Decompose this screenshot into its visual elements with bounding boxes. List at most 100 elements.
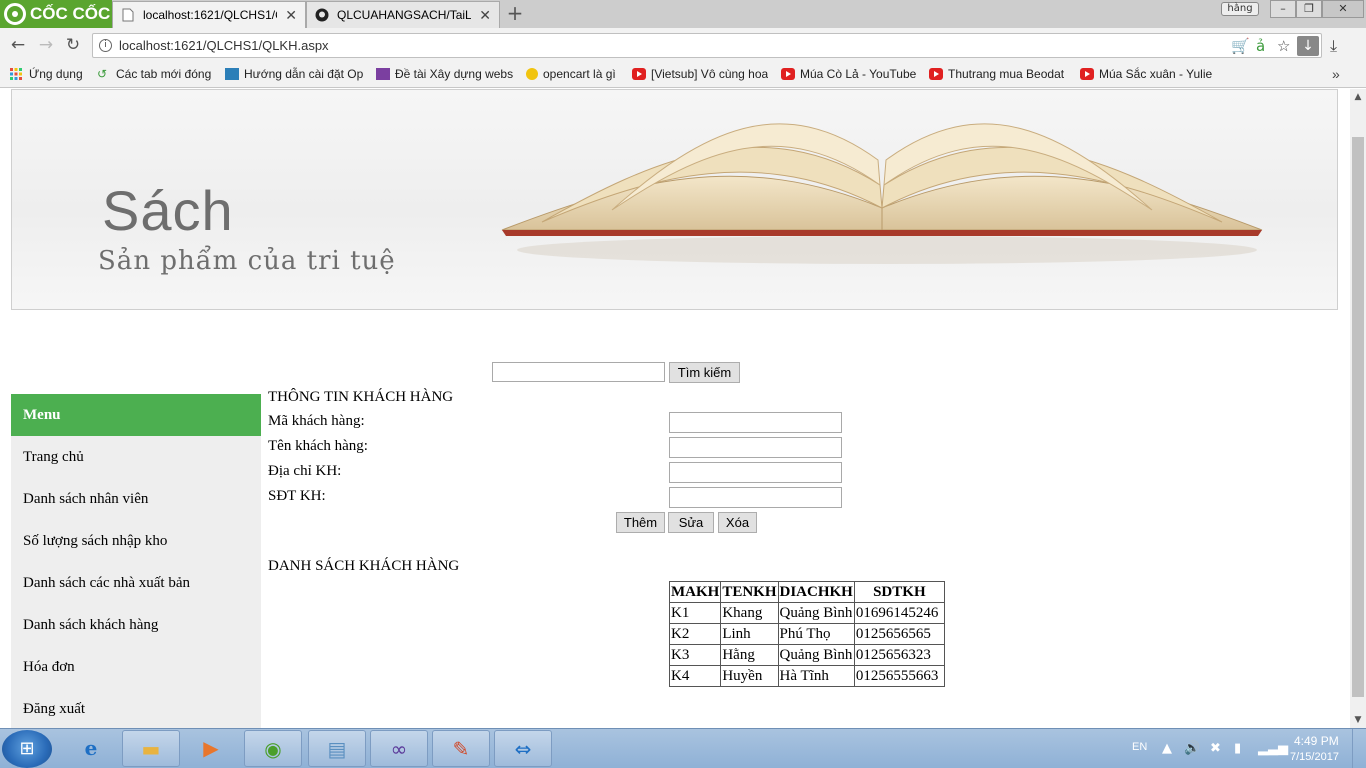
- url-text[interactable]: localhost:1621/QLCHS1/QLKH.aspx: [119, 38, 329, 53]
- customer-form-title: THÔNG TIN KHÁCH HÀNG: [268, 389, 454, 405]
- tab-title: QLCUAHANGSACH/TaiLie: [337, 8, 472, 22]
- table-cell: Huyền: [720, 665, 779, 687]
- address-bar[interactable]: i localhost:1621/QLCHS1/QLKH.aspx 🛒 ả ☆ …: [92, 33, 1322, 58]
- visual-studio-icon[interactable]: ∞: [370, 730, 428, 767]
- search-input[interactable]: [492, 362, 665, 382]
- vietnamese-input-icon[interactable]: ả: [1256, 37, 1265, 55]
- customer-id-field[interactable]: [669, 412, 842, 433]
- file-explorer-icon[interactable]: ▬: [122, 730, 180, 767]
- table-header-row: MAKH TENKH DIACHKH SDTKH: [668, 581, 945, 603]
- menu-item-home[interactable]: Trang chủ: [11, 436, 261, 478]
- customer-list-title: DANH SÁCH KHÁCH HÀNG: [268, 558, 460, 574]
- coccoc-menu-button[interactable]: CỐC CỐC: [0, 0, 112, 28]
- table-cell: Khang: [720, 602, 779, 624]
- menu-item-invoices[interactable]: Hóa đơn: [11, 646, 261, 688]
- bookmark-recent-tabs[interactable]: ↺ Các tab mới đóng: [97, 67, 217, 81]
- internet-explorer-icon[interactable]: e: [62, 730, 120, 767]
- delete-button[interactable]: Xóa: [718, 512, 757, 533]
- table-cell: 0125656323: [853, 644, 945, 666]
- bookmark-opencart[interactable]: opencart là gì: [526, 67, 626, 81]
- youtube-icon: [781, 68, 795, 80]
- vertical-scrollbar[interactable]: ▲ ▼: [1350, 89, 1366, 728]
- save-download-icon[interactable]: ↓: [1297, 36, 1319, 56]
- more-bookmarks-icon[interactable]: »: [1332, 66, 1340, 82]
- language-indicator[interactable]: EN: [1132, 741, 1147, 753]
- reload-icon[interactable]: ↻: [63, 35, 83, 55]
- show-hidden-icons-icon[interactable]: ▲: [1162, 741, 1172, 756]
- banner-subtitle: Sản phẩm của tri tuệ: [98, 246, 396, 276]
- power-icon[interactable]: ▮: [1234, 741, 1241, 756]
- menu-item-customers[interactable]: Danh sách khách hàng: [11, 604, 261, 646]
- signal-icon[interactable]: ▂▃▅: [1258, 741, 1288, 756]
- clock-date[interactable]: 7/15/2017: [1290, 751, 1339, 763]
- customer-phone-field[interactable]: [669, 487, 842, 508]
- search-button[interactable]: Tìm kiếm: [669, 362, 740, 383]
- start-button[interactable]: ⊞: [2, 730, 52, 768]
- info-icon[interactable]: i: [99, 39, 112, 52]
- bookmark-opencart-guide[interactable]: Hướng dẫn cài đặt Op: [225, 67, 365, 81]
- coccoc-browser-icon[interactable]: ◉: [244, 730, 302, 767]
- media-player-icon[interactable]: ▶: [182, 730, 240, 767]
- table-cell: 0125656565: [853, 623, 945, 645]
- table-cell: Hà Tĩnh: [777, 665, 855, 687]
- taskbar: ⊞ e ▬ ▶ ◉ ▤ ∞ ✎ ⇔ EN ▲ 🔊 ✖ ▮ ▂▃▅ 4:49 PM…: [0, 728, 1366, 768]
- customer-name-field[interactable]: [669, 437, 842, 458]
- menu-item-logout[interactable]: Đăng xuất: [11, 688, 261, 728]
- minimize-button[interactable]: –: [1270, 0, 1296, 18]
- table-cell: Hằng: [720, 644, 779, 666]
- coccoc-logo-icon: [4, 3, 26, 25]
- teamviewer-icon[interactable]: ⇔: [494, 730, 552, 767]
- tab-title: localhost:1621/QLCHS1/Q: [143, 8, 278, 22]
- restore-button[interactable]: ❐: [1296, 0, 1322, 18]
- customer-id-label: Mã khách hàng:: [268, 413, 365, 429]
- scroll-up-icon[interactable]: ▲: [1350, 89, 1366, 105]
- scroll-down-icon[interactable]: ▼: [1350, 712, 1366, 728]
- notepad-icon[interactable]: ▤: [308, 730, 366, 767]
- menu-header: Menu: [11, 394, 261, 436]
- bookmark-apps[interactable]: Ứng dụng: [10, 67, 88, 81]
- shopping-cart-icon[interactable]: 🛒: [1231, 37, 1250, 55]
- menu-item-employees[interactable]: Danh sách nhân viên: [11, 478, 261, 520]
- column-header: MAKH: [668, 581, 722, 603]
- customer-phone-label: SĐT KH:: [268, 488, 326, 504]
- table-row: K3 Hằng Quảng Bình 0125656323: [668, 644, 945, 666]
- close-icon[interactable]: ✕: [285, 7, 297, 24]
- volume-icon[interactable]: 🔊: [1184, 741, 1200, 756]
- scrollbar-thumb[interactable]: [1352, 137, 1364, 697]
- add-button[interactable]: Thêm: [616, 512, 665, 533]
- profile-badge[interactable]: hằng: [1221, 2, 1259, 16]
- tab-qlkh[interactable]: localhost:1621/QLCHS1/Q ✕: [112, 1, 306, 28]
- show-desktop-button[interactable]: [1352, 729, 1366, 768]
- menu-item-stock[interactable]: Số lượng sách nhập kho: [11, 520, 261, 562]
- table-cell: Linh: [720, 623, 779, 645]
- bookmark-web-project[interactable]: Đề tài Xây dựng webs: [376, 67, 514, 81]
- table-cell: K4: [668, 665, 722, 687]
- new-tab-button[interactable]: +: [504, 2, 526, 24]
- menu-item-publishers[interactable]: Danh sách các nhà xuất bản: [11, 562, 261, 604]
- paint-icon[interactable]: ✎: [432, 730, 490, 767]
- bookmark-vietsub[interactable]: [Vietsub] Vô cùng hoa: [632, 67, 770, 81]
- close-window-button[interactable]: ✕: [1322, 0, 1364, 18]
- bookmark-star-icon[interactable]: ☆: [1277, 37, 1290, 55]
- tab-github[interactable]: QLCUAHANGSACH/TaiLie ✕: [306, 1, 500, 28]
- customer-address-field[interactable]: [669, 462, 842, 483]
- bookmark-mua-sac-xuan[interactable]: Múa Sắc xuân - Yulie: [1080, 67, 1212, 81]
- recent-tabs-icon: ↺: [97, 67, 108, 81]
- back-arrow-icon[interactable]: ←: [8, 35, 28, 55]
- bookmark-mua-co-la[interactable]: Múa Cò Lả - YouTube: [781, 67, 921, 81]
- apps-icon: [10, 68, 24, 80]
- table-cell: 01696145246: [853, 602, 945, 624]
- navigation-bar: ← → ↻ i localhost:1621/QLCHS1/QLKH.aspx …: [0, 28, 1366, 62]
- table-cell: K2: [668, 623, 722, 645]
- forward-arrow-icon[interactable]: →: [36, 35, 56, 55]
- youtube-icon: [1080, 68, 1094, 80]
- coccoc-icon: [526, 68, 538, 80]
- edit-button[interactable]: Sửa: [668, 512, 714, 533]
- network-warning-icon[interactable]: ✖: [1210, 741, 1221, 756]
- table-row: K1 Khang Quảng Bình 01696145246: [668, 602, 945, 624]
- clock-time[interactable]: 4:49 PM: [1294, 734, 1339, 748]
- downloads-icon[interactable]: ⤓: [1330, 36, 1337, 56]
- tab-strip: CỐC CỐC localhost:1621/QLCHS1/Q ✕ QLCUAH…: [0, 0, 1366, 28]
- bookmark-thutrang[interactable]: Thutrang mua Beodat: [929, 67, 1069, 81]
- close-icon[interactable]: ✕: [479, 7, 491, 24]
